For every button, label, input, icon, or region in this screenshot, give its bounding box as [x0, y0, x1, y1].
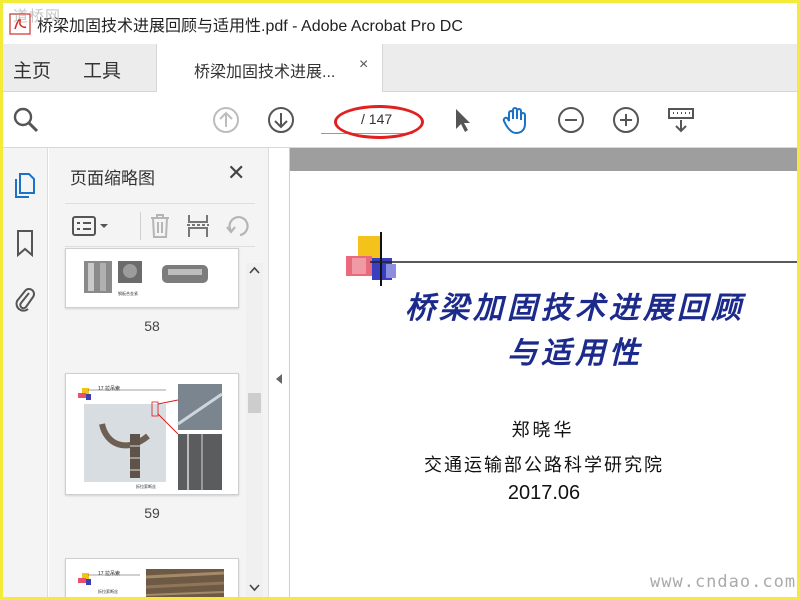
next-page-icon[interactable]	[265, 104, 297, 136]
document-view[interactable]: 桥梁加固技术进展回顾 与适用性 郑晓华 交通运输部公路科学研究院 2017.06…	[289, 148, 797, 597]
page-gap	[290, 148, 797, 171]
scrollbar-thumb[interactable]	[248, 393, 261, 413]
slide-date: 2017.06	[507, 482, 581, 504]
thumbnail-toolbar	[65, 203, 255, 247]
page-number-box[interactable]: / 147	[321, 104, 413, 134]
slide-institute: 交通运输部公路科学研究院	[424, 455, 664, 476]
attachment-icon[interactable]	[10, 284, 40, 314]
page-thumbnails-panel: 页面缩略图 ✕ 钢板合金紧 58 17 拉吊索 拆拉索断丝 59 17 拉吊索 …	[49, 148, 269, 597]
search-icon[interactable]	[10, 104, 42, 136]
title-bar: 桥梁加固技术进展回顾与适用性.pdf - Adobe Acrobat Pro D…	[3, 3, 797, 44]
zoom-in-icon[interactable]	[610, 104, 642, 136]
slide-title-line-1: 桥梁加固技术进展回顾	[405, 291, 745, 326]
slide-title-line-2: 与适用性	[507, 336, 643, 371]
menu-home[interactable]: 主页	[13, 56, 51, 83]
close-tab-icon[interactable]: ×	[359, 56, 368, 74]
previous-page-icon[interactable]	[210, 104, 242, 136]
zoom-out-icon[interactable]	[555, 104, 587, 136]
acrobat-window: 桥梁加固技术进展回顾与适用性.pdf - Adobe Acrobat Pro D…	[3, 3, 797, 597]
page-thumbnail-58[interactable]: 钢板合金紧	[65, 248, 239, 308]
panel-title: 页面缩略图	[70, 169, 155, 188]
scroll-down-icon[interactable]	[249, 583, 260, 595]
left-navigation-strip	[3, 148, 48, 597]
bookmark-icon[interactable]	[10, 228, 40, 258]
rotate-page-icon[interactable]	[223, 212, 253, 240]
tabs-bar: 主页 工具 桥梁加固技术进展... ×	[3, 44, 797, 92]
slide-author: 郑晓华	[511, 420, 575, 441]
page-thumbnail-60[interactable]: 17 拉吊索 拆拉索断丝	[65, 558, 239, 597]
toolbar: / 147	[3, 92, 797, 148]
page-number-label: 59	[144, 505, 160, 521]
thumbnail-caption: 钢板合金紧	[118, 291, 138, 296]
thumbnail-heading: 17 拉吊索	[98, 571, 120, 577]
document-tab-label: 桥梁加固技术进展...	[194, 64, 336, 81]
page-count: / 147	[361, 111, 393, 127]
extract-page-icon[interactable]	[183, 212, 213, 240]
toolbar-divider	[140, 212, 141, 240]
document-tab[interactable]: 桥梁加固技术进展... ×	[156, 44, 383, 92]
window-title: 桥梁加固技术进展回顾与适用性.pdf - Adobe Acrobat Pro D…	[37, 17, 463, 35]
site-logo-watermark: 道桥网	[13, 7, 62, 25]
hand-tool-icon[interactable]	[500, 104, 532, 136]
page-number-label: 58	[144, 318, 160, 334]
collapse-panel-icon[interactable]	[275, 373, 283, 388]
delete-page-icon[interactable]	[145, 212, 175, 240]
page-thumbnails-icon[interactable]	[10, 170, 40, 200]
thumbnail-scrollbar[interactable]	[246, 263, 263, 597]
close-panel-icon[interactable]: ✕	[227, 160, 245, 186]
menu-tools[interactable]: 工具	[83, 56, 121, 83]
keyboard-more-tools-icon[interactable]	[665, 104, 697, 136]
thumbnail-caption: 拆拉索断丝	[136, 484, 156, 489]
scroll-up-icon[interactable]	[249, 265, 260, 277]
options-menu-icon[interactable]	[69, 212, 113, 240]
thumbnail-heading: 17 拉吊索	[98, 386, 120, 392]
page-thumbnail-59[interactable]: 17 拉吊索 拆拉索断丝	[65, 373, 239, 495]
site-watermark: www.cndao.com	[650, 572, 797, 592]
thumbnail-caption: 拆拉索断丝	[98, 589, 118, 594]
select-cursor-icon[interactable]	[446, 104, 478, 136]
